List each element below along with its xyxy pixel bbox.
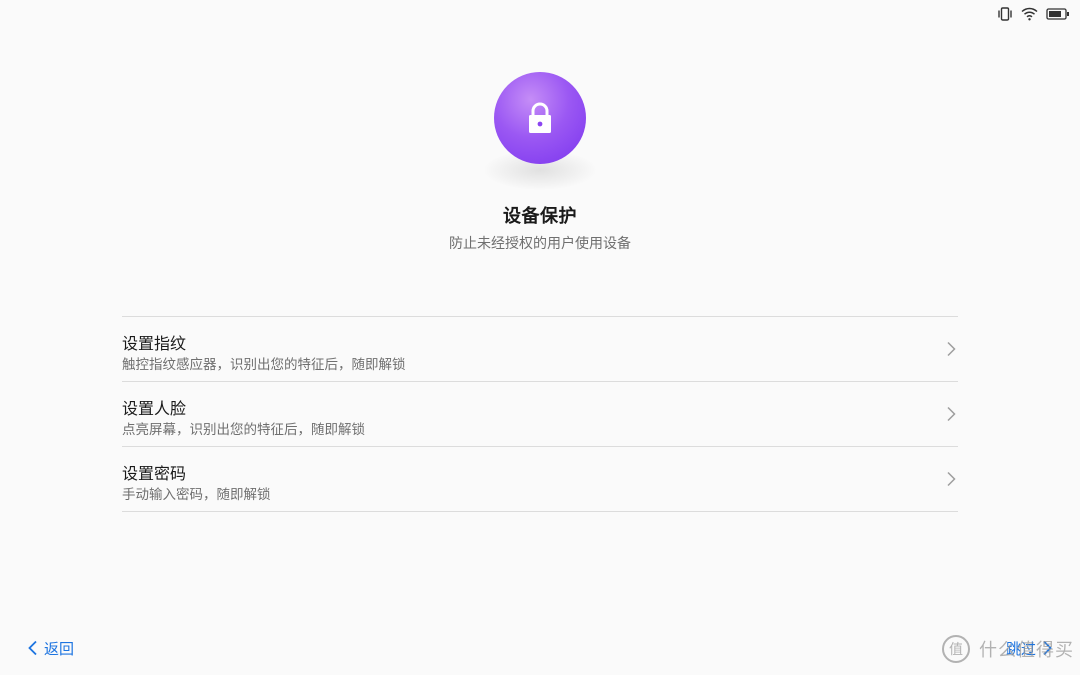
chevron-right-icon <box>1043 640 1052 656</box>
chevron-right-icon <box>947 341 956 357</box>
skip-button[interactable]: 跳过 <box>1006 637 1052 659</box>
skip-label: 跳过 <box>1005 639 1036 658</box>
wifi-icon <box>1021 7 1038 21</box>
back-label: 返回 <box>44 639 75 658</box>
password-option[interactable]: 设置密码 手动输入密码，随即解锁 <box>122 447 958 512</box>
fingerprint-option[interactable]: 设置指纹 触控指纹感应器，识别出您的特征后，随即解锁 <box>122 317 958 382</box>
battery-icon <box>1046 8 1069 20</box>
page-title: 设备保护 <box>503 206 577 227</box>
back-button[interactable]: 返回 <box>28 637 74 659</box>
chevron-left-icon <box>28 640 37 656</box>
option-title: 设置指纹 <box>122 334 187 353</box>
option-description: 手动输入密码，随即解锁 <box>122 487 271 503</box>
chevron-right-icon <box>947 471 956 487</box>
security-options-list: 设置指纹 触控指纹感应器，识别出您的特征后，随即解锁 设置人脸 点亮屏幕，识别出… <box>122 316 958 512</box>
option-title: 设置人脸 <box>122 399 187 418</box>
page-subtitle: 防止未经授权的用户使用设备 <box>449 236 631 252</box>
option-description: 点亮屏幕，识别出您的特征后，随即解锁 <box>122 422 365 438</box>
face-option[interactable]: 设置人脸 点亮屏幕，识别出您的特征后，随即解锁 <box>122 382 958 447</box>
device-protection-badge <box>494 72 586 164</box>
option-title: 设置密码 <box>122 464 187 483</box>
chevron-right-icon <box>947 406 956 422</box>
option-description: 触控指纹感应器，识别出您的特征后，随即解锁 <box>122 357 406 373</box>
svg-text:值: 值 <box>949 642 963 658</box>
status-bar <box>997 5 1070 23</box>
watermark-logo-icon: 值 <box>942 635 970 663</box>
lock-icon <box>494 72 586 164</box>
vibrate-icon <box>998 7 1012 21</box>
